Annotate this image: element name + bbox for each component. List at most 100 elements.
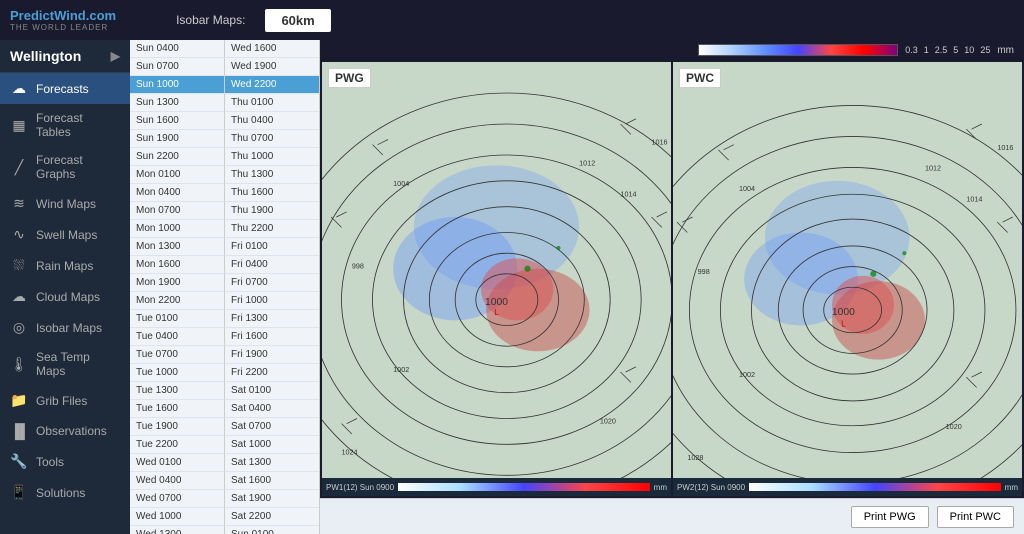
sidebar-item-cloud-maps[interactable]: ☁ Cloud Maps (0, 281, 130, 312)
sidebar-item-label-grib-files: Grib Files (36, 394, 87, 408)
time-cell: Sun 2200 (130, 148, 225, 166)
time-cell: Tue 1300 (130, 382, 225, 400)
time-cell: Tue 1000 (130, 364, 225, 382)
sidebar-item-label-cloud-maps: Cloud Maps (36, 290, 100, 304)
time-row[interactable]: Mon 1300Fri 0100 (130, 238, 319, 256)
time-row[interactable]: Sun 1900Thu 0700 (130, 130, 319, 148)
time-row[interactable]: Tue 0700Fri 1900 (130, 346, 319, 364)
time-row[interactable]: Wed 0400Sat 1600 (130, 472, 319, 490)
time-row[interactable]: Mon 1000Thu 2200 (130, 220, 319, 238)
time-cell: Wed 0100 (130, 454, 225, 472)
sidebar-item-sea-temp-maps[interactable]: 🌡Sea Temp Maps (0, 343, 130, 385)
cloud-maps-icon: ☁ (10, 288, 28, 305)
time-cell: Sat 1300 (225, 454, 319, 472)
wind-maps-icon: ≋ (10, 195, 28, 212)
sidebar-item-observations[interactable]: ▐▌Observations (0, 416, 130, 446)
sidebar-item-swell-maps[interactable]: ∿Swell Maps (0, 219, 130, 250)
time-cell: Sun 1300 (130, 94, 225, 112)
time-row[interactable]: Mon 0100Thu 1300 (130, 166, 319, 184)
print-pwg-button[interactable]: Print PWG (851, 506, 929, 528)
time-cell: Tue 0400 (130, 328, 225, 346)
time-cell: Fri 0100 (225, 238, 319, 256)
time-row[interactable]: Sun 1600Thu 0400 (130, 112, 319, 130)
sidebar-item-forecast-graphs[interactable]: ╱ Forecast Graphs (0, 146, 130, 188)
svg-text:L: L (841, 320, 846, 329)
svg-text:1020: 1020 (946, 422, 962, 431)
time-row[interactable]: Sun 2200Thu 1000 (130, 148, 319, 166)
sidebar-item-wind-maps[interactable]: ≋ Wind Maps (0, 188, 130, 219)
svg-text:1002: 1002 (393, 365, 409, 374)
solutions-icon: 📱 (10, 484, 28, 501)
time-row[interactable]: Tue 1900Sat 0700 (130, 418, 319, 436)
time-row[interactable]: Tue 0400Fri 1600 (130, 328, 319, 346)
time-row[interactable]: Tue 2200Sat 1000 (130, 436, 319, 454)
forecast-graphs-icon: ╱ (10, 159, 28, 176)
sidebar-item-tools[interactable]: 🔧Tools (0, 446, 130, 477)
time-row[interactable]: Wed 1300Sun 0100 (130, 526, 319, 534)
time-cell: Sat 0400 (225, 400, 319, 418)
time-cell: Sat 1000 (225, 436, 319, 454)
legend-value: 0.3 (902, 45, 921, 55)
time-row[interactable]: Sun 1300Thu 0100 (130, 94, 319, 112)
time-cell: Mon 2200 (130, 292, 225, 310)
time-cell: Sat 0700 (225, 418, 319, 436)
isobar-resolution-button[interactable]: 60km (265, 9, 330, 32)
time-cell: Tue 0100 (130, 310, 225, 328)
location-name: Wellington (10, 48, 81, 64)
sidebar-item-label-wind-maps: Wind Maps (36, 197, 96, 211)
nav-menu: ☁Forecasts▦Forecast Tables╱Forecast Grap… (0, 73, 130, 508)
time-list[interactable]: Sun 0400Wed 1600Sun 0700Wed 1900Sun 1000… (130, 40, 320, 534)
maps-row: PWG (320, 60, 1024, 498)
time-row[interactable]: Mon 0700Thu 1900 (130, 202, 319, 220)
sidebar-item-label-isobar-maps: Isobar Maps (36, 321, 102, 335)
time-row[interactable]: Wed 0100Sat 1300 (130, 454, 319, 472)
time-row[interactable]: Tue 0100Fri 1300 (130, 310, 319, 328)
sidebar-item-label-forecast-graphs: Forecast Graphs (36, 153, 120, 181)
svg-text:1004: 1004 (393, 179, 409, 188)
time-row[interactable]: Tue 1000Fri 2200 (130, 364, 319, 382)
swell-maps-icon: ∿ (10, 226, 28, 243)
time-cell: Wed 1600 (225, 40, 319, 58)
time-row[interactable]: Mon 1600Fri 0400 (130, 256, 319, 274)
time-cell: Thu 1600 (225, 184, 319, 202)
time-cell: Wed 2200 (225, 76, 319, 94)
sidebar-item-forecast-tables[interactable]: ▦Forecast Tables (0, 104, 130, 146)
time-row[interactable]: Wed 0700Sat 1900 (130, 490, 319, 508)
print-pwc-button[interactable]: Print PWC (937, 506, 1014, 528)
location-arrow-icon: ▶ (111, 49, 120, 63)
sidebar-item-label-observations: Observations (36, 424, 107, 438)
isobar-maps-icon: ◎ (10, 319, 28, 336)
sidebar-item-rain-maps[interactable]: ⛆Rain Maps (0, 250, 130, 281)
main-content: Wellington ▶ ☁Forecasts▦Forecast Tables╱… (0, 40, 1024, 534)
svg-text:1002: 1002 (739, 370, 755, 379)
svg-text:1020: 1020 (600, 417, 616, 426)
time-cell: Mon 0100 (130, 166, 225, 184)
svg-text:998: 998 (698, 267, 710, 276)
time-row[interactable]: Tue 1300Sat 0100 (130, 382, 319, 400)
time-row[interactable]: Sun 1000Wed 2200 (130, 76, 319, 94)
time-cell: Thu 1300 (225, 166, 319, 184)
time-row[interactable]: Wed 1000Sat 2200 (130, 508, 319, 526)
time-row[interactable]: Mon 1900Fri 0700 (130, 274, 319, 292)
time-cell: Mon 1900 (130, 274, 225, 292)
left-map-panel: PWG (322, 62, 671, 496)
sidebar-item-forecasts[interactable]: ☁Forecasts (0, 73, 130, 104)
time-row[interactable]: Mon 0400Thu 1600 (130, 184, 319, 202)
time-cell: Mon 0700 (130, 202, 225, 220)
logo-main: PredictWind.com (10, 8, 116, 23)
sidebar-item-label-forecasts: Forecasts (36, 82, 89, 96)
location-bar[interactable]: Wellington ▶ (0, 40, 130, 73)
time-cell: Sun 1600 (130, 112, 225, 130)
time-cell: Fri 1900 (225, 346, 319, 364)
time-row[interactable]: Sun 0400Wed 1600 (130, 40, 319, 58)
time-row[interactable]: Mon 2200Fri 1000 (130, 292, 319, 310)
time-row[interactable]: Tue 1600Sat 0400 (130, 400, 319, 418)
sidebar-item-solutions[interactable]: 📱Solutions (0, 477, 130, 508)
time-row[interactable]: Sun 0700Wed 1900 (130, 58, 319, 76)
sidebar-item-grib-files[interactable]: 📁Grib Files (0, 385, 130, 416)
time-cell: Sun 0400 (130, 40, 225, 58)
svg-text:1014: 1014 (621, 189, 637, 198)
sidebar-item-isobar-maps[interactable]: ◎ Isobar Maps (0, 312, 130, 343)
sidebar-item-label-forecast-tables: Forecast Tables (36, 111, 120, 139)
svg-text:1024: 1024 (342, 448, 358, 457)
